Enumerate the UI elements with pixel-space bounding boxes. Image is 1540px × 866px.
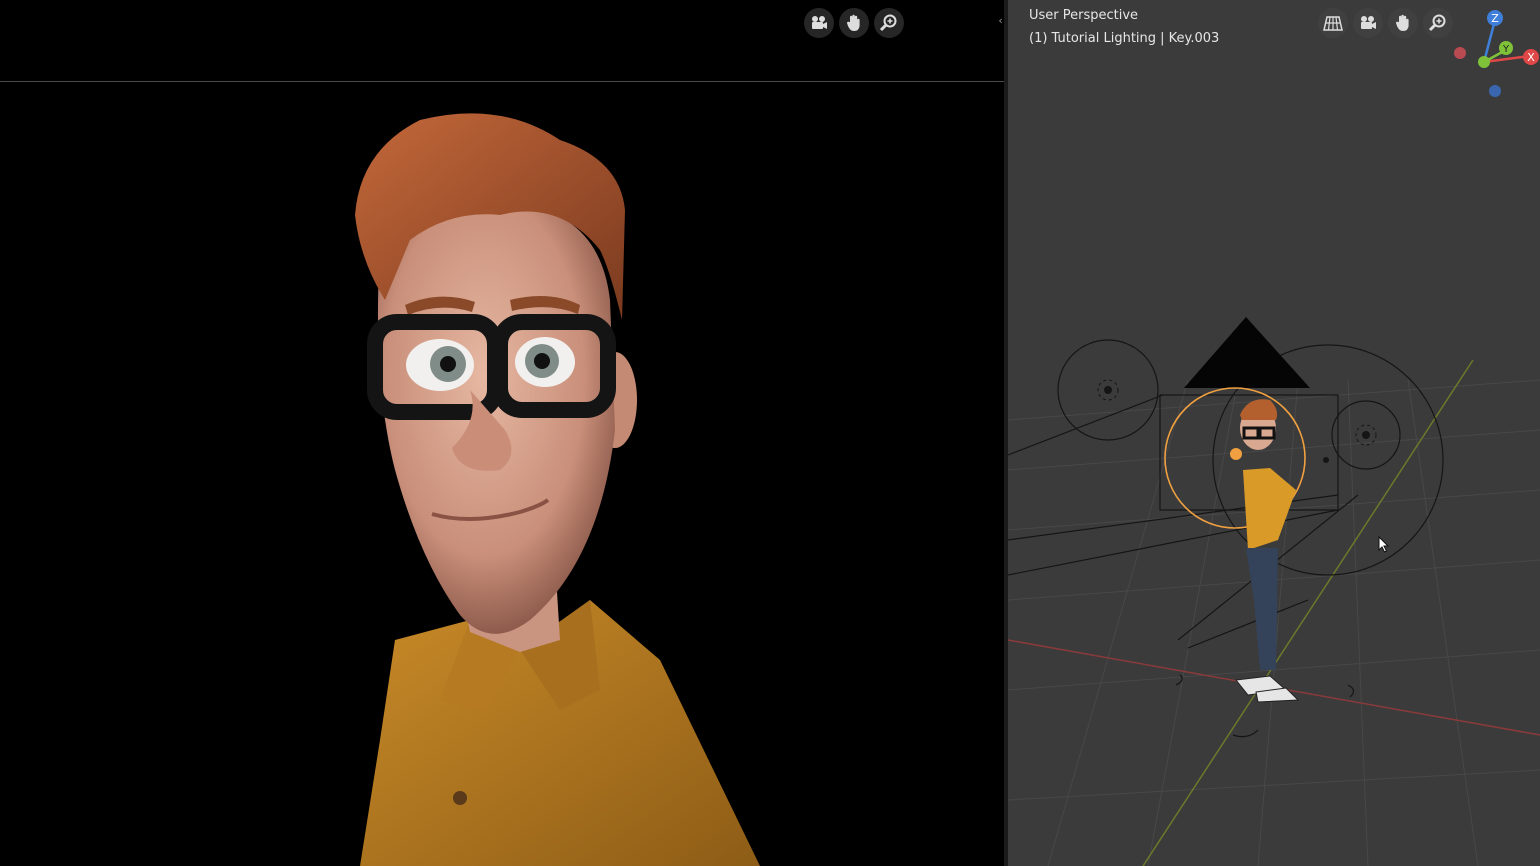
gizmo-x-axis[interactable]: X [1523,49,1539,65]
perspective-grid-icon [1323,16,1343,31]
perspective-label: User Perspective [1029,8,1139,23]
scene-content [1008,317,1540,866]
perspective-toggle-button[interactable] [1318,8,1348,38]
3d-view-toolbar [1318,8,1453,38]
svg-text:Z: Z [1491,12,1499,25]
gizmo-neg-x[interactable] [1454,47,1466,59]
navigation-gizmo[interactable]: Z Y X [1448,6,1540,106]
camera-view-icon [1361,16,1376,29]
svg-text:X: X [1527,51,1535,64]
camera-view-button[interactable] [804,8,834,38]
pan-hand-icon [1395,14,1409,31]
gizmo-neg-y[interactable] [1478,56,1490,68]
pan-hand-icon [846,14,860,31]
gizmo-neg-z[interactable] [1489,85,1501,97]
gizmo-z-axis[interactable]: Z [1487,10,1503,26]
zoom-button[interactable] [874,8,904,38]
pan-button[interactable] [839,8,869,38]
render-view-toolbar [804,8,904,38]
zoom-icon [1428,14,1446,32]
mouse-cursor-icon [1378,536,1390,553]
pan-button[interactable] [1388,8,1418,38]
camera-view-button[interactable] [1353,8,1383,38]
svg-text:Y: Y [1502,44,1510,55]
active-object-label: (1) Tutorial Lighting | Key.003 [1029,31,1220,46]
camera-view-icon [812,16,827,29]
3d-viewport[interactable]: User Perspective (1) Tutorial Lighting |… [1008,0,1540,866]
render-viewport[interactable] [0,0,1004,866]
gizmo-y-axis[interactable]: Y [1499,41,1513,55]
character-render [355,113,760,866]
zoom-icon [879,14,897,32]
